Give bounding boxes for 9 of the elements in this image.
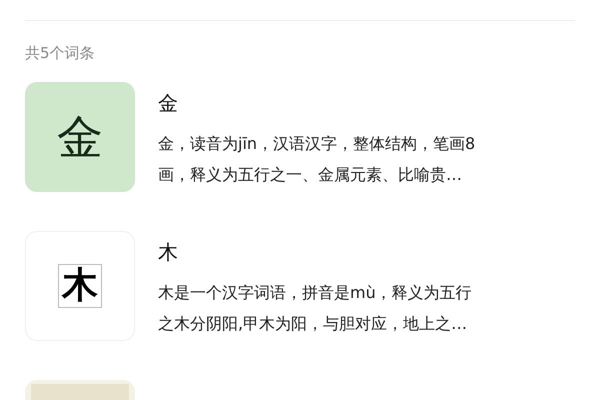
character-glyph: 木 xyxy=(58,264,102,308)
entry-description: 金，读音为jīn，汉语汉字，整体结构，笔画8 xyxy=(158,133,476,155)
result-count: 共5个词条 xyxy=(25,43,95,64)
entry-title[interactable]: 金 xyxy=(158,88,178,118)
entry-title[interactable]: 木 xyxy=(158,237,178,267)
character-glyph: 金 xyxy=(57,114,103,160)
entry-description: 画，释义为五行之一、金属元素、比喻贵… xyxy=(158,164,462,186)
entry-description: 之木分阴阳,甲木为阳，与胆对应，地上之… xyxy=(158,313,468,335)
entry-description: 木是一个汉字词语，拼音是mù，释义为五行 xyxy=(158,282,472,304)
